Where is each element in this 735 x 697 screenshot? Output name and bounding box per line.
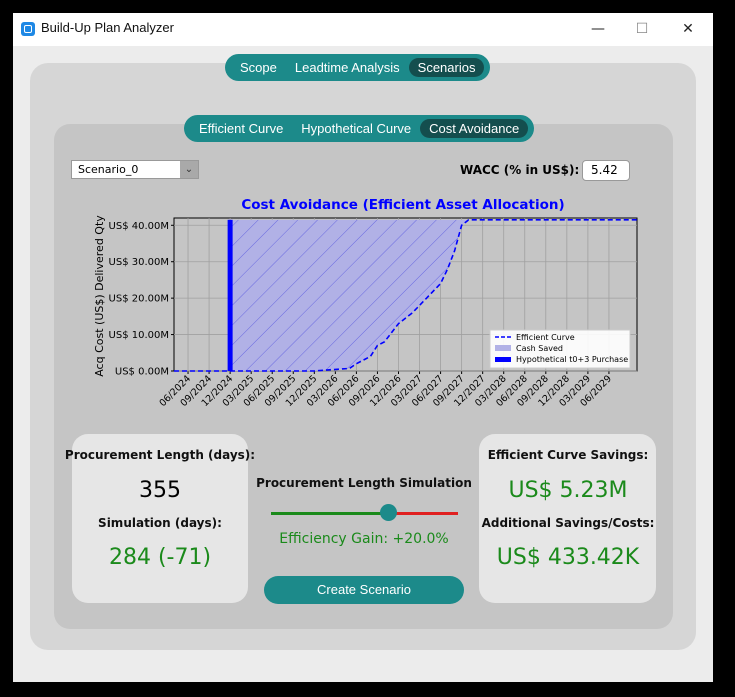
create-scenario-button[interactable]: Create Scenario	[264, 576, 464, 604]
sub-tab-bar: Efficient Curve Hypothetical Curve Cost …	[184, 115, 535, 142]
chevron-down-icon[interactable]: ⌄	[180, 161, 198, 178]
additional-savings-label: Additional Savings/Costs:	[481, 516, 655, 530]
tab-hypothetical-curve[interactable]: Hypothetical Curve	[292, 119, 420, 138]
main-tab-bar: Scope Leadtime Analysis Scenarios	[225, 54, 491, 81]
y-tick-label: US$ 30.00M	[109, 257, 169, 268]
tab-scenarios[interactable]: Scenarios	[408, 58, 485, 77]
window-title: Build-Up Plan Analyzer	[41, 20, 174, 35]
procurement-length-value: 355	[139, 478, 181, 503]
scenario-select[interactable]: Scenario_0 ⌄	[71, 160, 199, 179]
cost-avoidance-chart: Cost Avoidance (Efficient Asset Allocati…	[93, 197, 638, 409]
minimize-button[interactable]: —	[575, 13, 621, 46]
efficiency-gain-text: Efficiency Gain: +20.0%	[279, 531, 449, 547]
additional-savings-value: US$ 433.42K	[496, 545, 640, 570]
close-button[interactable]: ✕	[665, 13, 711, 46]
simulation-label: Simulation (days):	[98, 516, 222, 530]
chart-y-axis-label: Acq Cost (US$) Delivered Qty	[93, 215, 106, 377]
legend-cash-saved-swatch	[495, 345, 511, 351]
wacc-input[interactable]: 5.42	[582, 160, 630, 181]
tab-scope[interactable]: Scope	[231, 58, 286, 77]
tab-leadtime-analysis[interactable]: Leadtime Analysis	[286, 58, 409, 77]
simulation-value: 284 (-71)	[108, 545, 212, 570]
scenario-select-value: Scenario_0	[78, 163, 139, 176]
maximize-button[interactable]: ☐	[619, 13, 665, 46]
simulation-slider-label: Procurement Length Simulation	[256, 476, 472, 490]
legend-purchase-swatch	[495, 357, 511, 362]
procurement-length-slider[interactable]	[380, 504, 397, 521]
y-tick-label: US$ 10.00M	[109, 330, 169, 341]
efficient-curve-savings-value: US$ 5.23M	[508, 478, 628, 503]
app-icon	[21, 22, 35, 36]
legend-label: Cash Saved	[516, 344, 563, 353]
wacc-label: WACC (% in US$):	[460, 163, 580, 177]
chart-title: Cost Avoidance (Efficient Asset Allocati…	[241, 197, 564, 213]
y-tick-label: US$ 40.00M	[109, 221, 169, 232]
slider-track-filled	[271, 512, 388, 515]
legend-label: Hypothetical t0+3 Purchase	[516, 355, 628, 364]
legend-label: Efficient Curve	[516, 333, 575, 342]
hypothetical-purchase-bar	[227, 219, 233, 371]
procurement-length-label: Procurement Length (days):	[64, 448, 256, 462]
tab-efficient-curve[interactable]: Efficient Curve	[190, 119, 292, 138]
tab-cost-avoidance[interactable]: Cost Avoidance	[420, 119, 529, 138]
efficient-curve-savings-label: Efficient Curve Savings:	[487, 448, 649, 462]
y-tick-label: US$ 0.00M	[115, 367, 169, 378]
y-tick-label: US$ 20.00M	[109, 294, 169, 305]
title-bar: Build-Up Plan Analyzer — ☐ ✕	[13, 13, 713, 46]
chart-plot-area: 06/202409/202412/202403/202506/202509/20…	[109, 217, 638, 409]
slider-track-remaining	[388, 512, 458, 515]
